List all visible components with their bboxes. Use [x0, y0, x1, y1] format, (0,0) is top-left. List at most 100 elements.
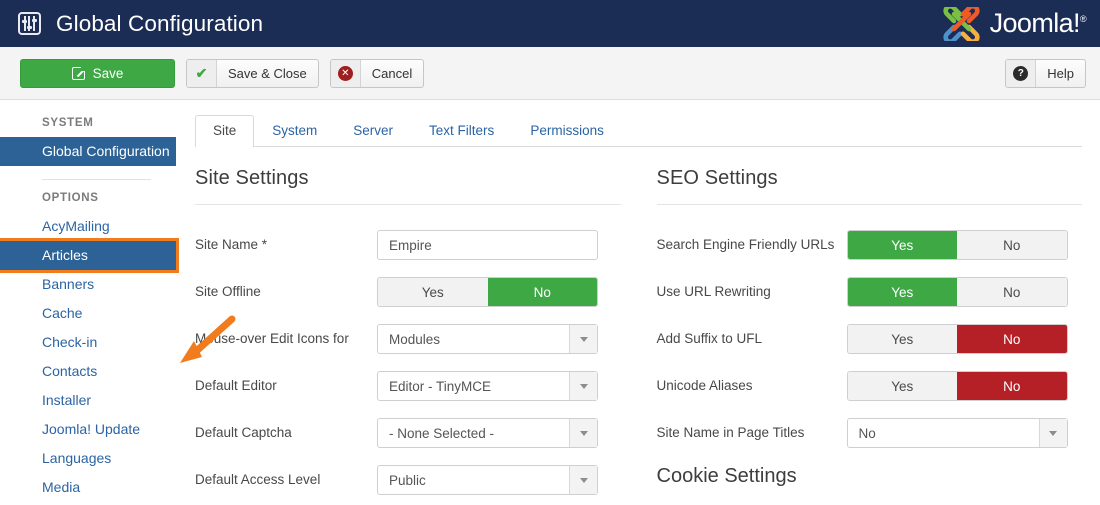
cancel-button-label: Cancel — [371, 65, 413, 81]
sidebar-item-installer[interactable]: Installer — [0, 386, 195, 415]
field-mouseover-edit-icons: Mouse-over Edit Icons for Modules — [195, 324, 621, 354]
sidebar-item-check-in[interactable]: Check-in — [0, 328, 195, 357]
sidebar-heading-system: SYSTEM — [42, 117, 94, 129]
field-label: Add Suffix to UFL — [656, 331, 763, 346]
sidebar-item-contacts[interactable]: Contacts — [0, 357, 195, 386]
chevron-down-icon[interactable] — [569, 419, 597, 447]
toggle-option-yes[interactable]: Yes — [847, 231, 957, 259]
field-label: Use URL Rewriting — [656, 284, 771, 299]
field-site-name-in-page-titles: Site Name in Page Titles No — [657, 418, 1083, 448]
sidebar-heading-options: OPTIONS — [42, 192, 99, 204]
chevron-down-icon[interactable] — [569, 372, 597, 400]
toggle-option-no[interactable]: No — [487, 278, 597, 306]
brand-name: Joomla!® — [989, 8, 1087, 38]
sidebar-item-global-configuration[interactable]: Global Configuration — [0, 137, 176, 166]
sidebar: SYSTEM Global Configuration OPTIONS AcyM… — [0, 100, 236, 505]
field-label: Unicode Aliases — [656, 378, 753, 393]
chevron-down-icon[interactable] — [569, 466, 597, 494]
seo-settings-title: SEO Settings — [656, 167, 1082, 205]
sidebar-item-languages[interactable]: Languages — [0, 444, 195, 473]
sidebar-divider — [42, 179, 151, 180]
sidebar-item-acymailing[interactable]: AcyMailing — [0, 212, 195, 241]
cookie-settings-title: Cookie Settings — [656, 465, 797, 487]
field-sef-urls: Search Engine Friendly URLs Yes No — [657, 230, 1083, 260]
pencil-square-icon — [71, 64, 87, 80]
field-label: Default Access Level — [195, 472, 321, 487]
toggle-option-yes[interactable]: Yes — [847, 325, 957, 353]
chevron-down-icon[interactable] — [1038, 419, 1067, 447]
save-close-button-label: Save & Close — [228, 65, 307, 81]
field-default-captcha: Default Captcha - None Selected - — [195, 418, 621, 448]
toggle-option-yes[interactable]: Yes — [378, 278, 488, 306]
tab-site[interactable]: Site — [195, 115, 255, 147]
settings-columns: Site Settings Site Name * Empire Site Of… — [195, 147, 1082, 505]
sidebar-item-cache[interactable]: Cache — [0, 299, 195, 328]
seo-settings-panel: SEO Settings Search Engine Friendly URLs… — [645, 167, 1083, 505]
select-value: No — [858, 425, 876, 441]
toggle-option-no[interactable]: No — [957, 231, 1067, 259]
page-title: Global Configuration — [56, 10, 264, 36]
unicode-aliases-toggle[interactable]: Yes No — [846, 371, 1068, 401]
select-value: Modules — [389, 331, 441, 347]
tab-bar: Site System Server Text Filters Permissi… — [195, 115, 1082, 147]
field-label: Default Editor — [195, 378, 277, 393]
question-circle-icon: ? — [1006, 59, 1037, 87]
field-add-suffix-to-url: Add Suffix to UFL Yes No — [657, 324, 1083, 354]
toggle-option-yes[interactable]: Yes — [847, 278, 957, 306]
site-name-in-page-titles-select[interactable]: No — [846, 418, 1068, 448]
sidebar-item-articles[interactable]: Articles — [0, 238, 179, 273]
sidebar-item-joomla-update[interactable]: Joomla! Update — [0, 415, 195, 444]
add-suffix-toggle[interactable]: Yes No — [846, 324, 1068, 354]
field-default-editor: Default Editor Editor - TinyMCE — [195, 371, 621, 401]
field-label: Default Captcha — [195, 425, 292, 440]
save-close-button[interactable]: ✔ Save & Close — [186, 58, 319, 88]
sidebar-item-banners[interactable]: Banners — [0, 270, 195, 299]
default-editor-select[interactable]: Editor - TinyMCE — [377, 371, 598, 401]
toggle-option-yes[interactable]: Yes — [847, 372, 957, 400]
site-name-input[interactable]: Empire — [377, 230, 598, 260]
help-button[interactable]: ? Help — [1005, 58, 1086, 88]
field-label: Mouse-over Edit Icons for — [195, 331, 349, 346]
field-label: Site Name in Page Titles — [656, 425, 805, 440]
joomla-logo: Joomla!® — [942, 6, 1087, 41]
toolbar: Save ✔ Save & Close ✕ Cancel ? Help — [0, 47, 1100, 100]
field-label: Site Offline — [195, 284, 261, 299]
site-offline-toggle[interactable]: Yes No — [377, 277, 598, 307]
toolbar-right-group: ? Help — [1005, 58, 1086, 88]
chevron-down-icon[interactable] — [569, 325, 597, 353]
field-site-name: Site Name * Empire — [195, 230, 621, 260]
content-area: Site System Server Text Filters Permissi… — [195, 100, 1100, 505]
field-url-rewriting: Use URL Rewriting Yes No — [657, 277, 1083, 307]
site-settings-title: Site Settings — [195, 167, 621, 205]
save-button-label: Save — [92, 65, 124, 81]
sidebar-item-media[interactable]: Media — [0, 473, 195, 502]
default-captcha-select[interactable]: - None Selected - — [377, 418, 598, 448]
toggle-option-no[interactable]: No — [957, 325, 1067, 353]
default-access-level-select[interactable]: Public — [377, 465, 598, 495]
sliders-icon — [18, 12, 41, 35]
tab-text-filters[interactable]: Text Filters — [411, 115, 512, 147]
app-header: Global Configuration Joomla!® — [0, 0, 1100, 47]
field-unicode-aliases: Unicode Aliases Yes No — [657, 371, 1083, 401]
tab-permissions[interactable]: Permissions — [512, 115, 622, 147]
cancel-button[interactable]: ✕ Cancel — [329, 58, 425, 88]
select-value: Public — [389, 472, 426, 488]
save-button[interactable]: Save — [20, 58, 175, 88]
url-rewriting-toggle[interactable]: Yes No — [846, 277, 1068, 307]
select-value: Editor - TinyMCE — [389, 378, 492, 394]
mouseover-edit-icons-select[interactable]: Modules — [377, 324, 598, 354]
tab-server[interactable]: Server — [335, 115, 411, 147]
site-settings-panel: Site Settings Site Name * Empire Site Of… — [195, 167, 645, 505]
tab-system[interactable]: System — [254, 115, 335, 147]
sef-urls-toggle[interactable]: Yes No — [846, 230, 1068, 260]
select-value: - None Selected - — [389, 425, 495, 441]
field-label: Site Name * — [195, 237, 268, 252]
field-label: Search Engine Friendly URLs — [656, 237, 835, 252]
x-circle-icon: ✕ — [330, 59, 361, 87]
field-default-access-level: Default Access Level Public — [195, 465, 621, 495]
toggle-option-no[interactable]: No — [957, 278, 1067, 306]
toggle-option-no[interactable]: No — [957, 372, 1067, 400]
check-icon: ✔ — [187, 59, 217, 87]
page-body: SYSTEM Global Configuration OPTIONS AcyM… — [0, 100, 1100, 505]
help-button-label: Help — [1047, 65, 1074, 81]
